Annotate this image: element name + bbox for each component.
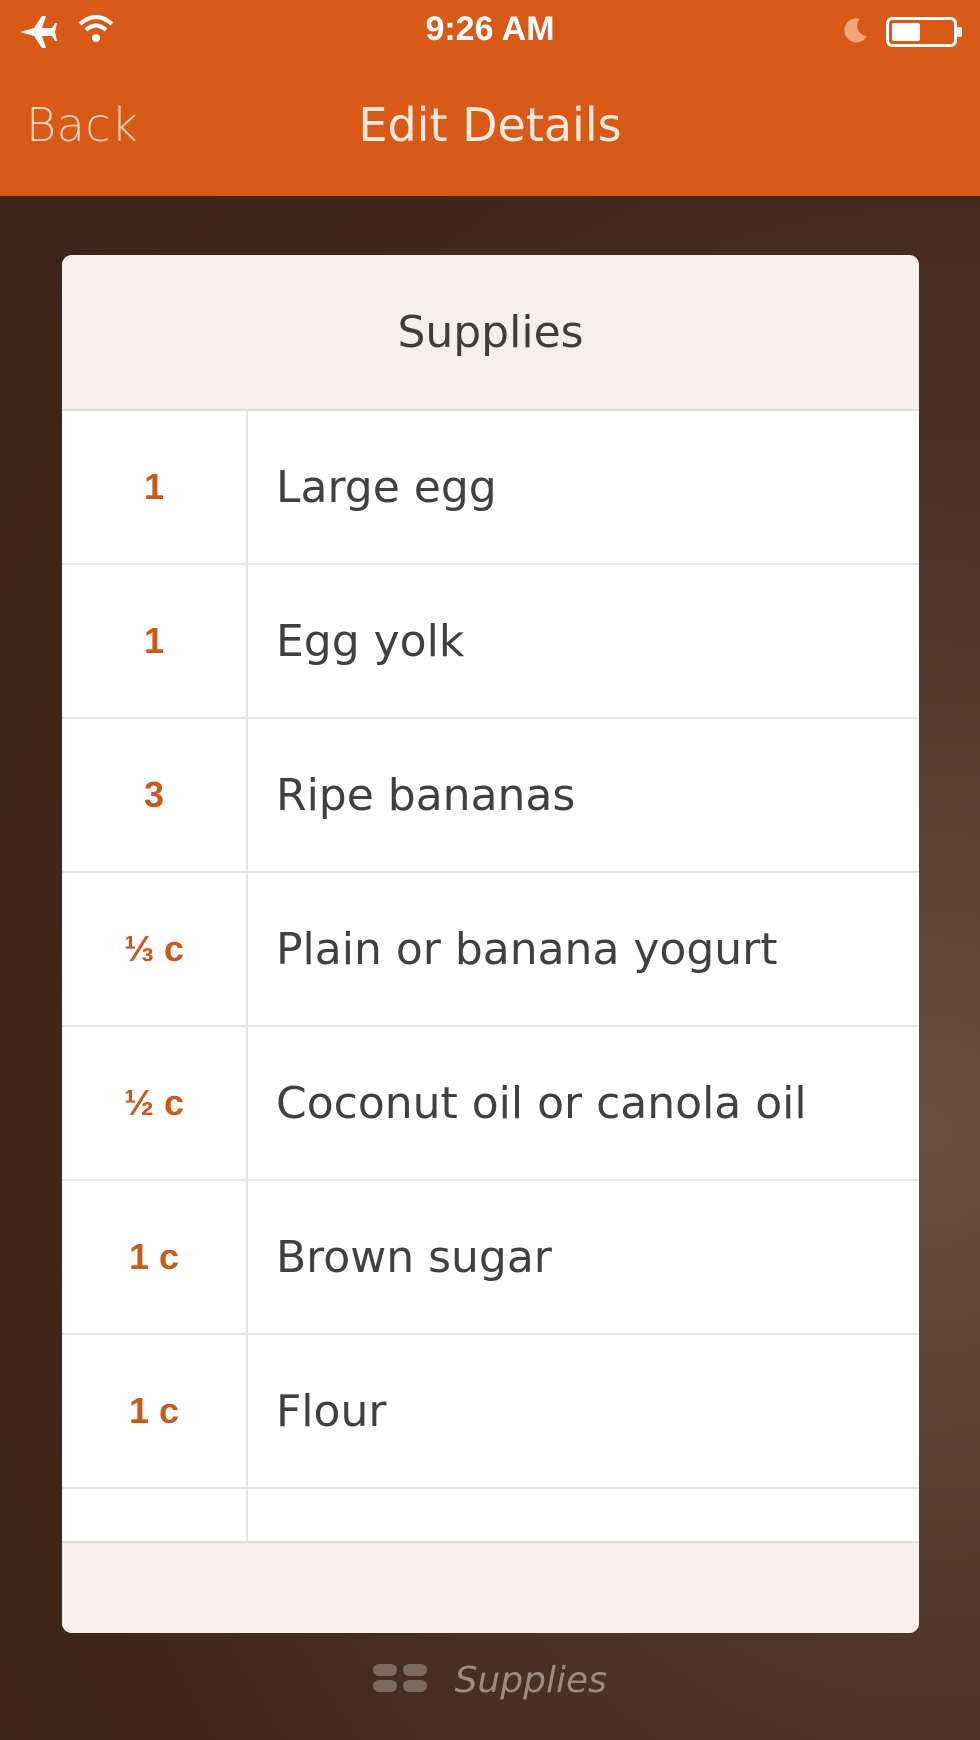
item-name: Ripe bananas (276, 769, 576, 821)
page-indicator[interactable]: Supplies (0, 1660, 980, 1703)
item-quantity: 1 c (128, 1236, 180, 1277)
list-item[interactable]: ½ c Coconut oil or canola oil (62, 1027, 919, 1181)
top-bar: 9:26 AM Back Edit Details (0, 0, 980, 196)
status-time: 9:26 AM (425, 10, 555, 48)
supplies-card: Supplies 1 Large egg 1 Egg yolk 3 Ripe b… (62, 255, 919, 1633)
list-item[interactable]: S (62, 1489, 919, 1543)
item-quantity: 3 (143, 774, 165, 815)
list-item[interactable]: 3 Ripe bananas (62, 719, 919, 873)
card-header: Supplies (62, 255, 919, 411)
grid-icon (373, 1662, 429, 1703)
item-name: Egg yolk (276, 615, 465, 667)
battery-icon (886, 16, 964, 52)
list-item[interactable]: 1 Egg yolk (62, 565, 919, 719)
list-item[interactable]: 1 c Brown sugar (62, 1181, 919, 1335)
supplies-list[interactable]: 1 Large egg 1 Egg yolk 3 Ripe bananas ⅓ … (62, 411, 919, 1543)
card-footer (62, 1541, 919, 1633)
item-quantity: ½ c (123, 1082, 185, 1123)
moon-icon (840, 16, 870, 50)
item-quantity: 1 (143, 466, 165, 507)
list-item[interactable]: ⅓ c Plain or banana yogurt (62, 873, 919, 1027)
card-title: Supplies (397, 306, 584, 358)
list-item[interactable]: 1 Large egg (62, 411, 919, 565)
item-name: Coconut oil or canola oil (276, 1077, 807, 1129)
item-name: Brown sugar (276, 1231, 552, 1283)
status-bar: 9:26 AM (0, 0, 980, 64)
item-quantity: 1 (143, 620, 165, 661)
list-item[interactable]: 1 c Flour (62, 1335, 919, 1489)
item-quantity: 1 c (128, 1390, 180, 1431)
item-name: Plain or banana yogurt (276, 923, 778, 975)
item-name: Flour (276, 1385, 387, 1437)
item-quantity: ⅓ c (123, 928, 185, 969)
page-title: Edit Details (358, 98, 622, 152)
item-name: Large egg (276, 461, 497, 513)
page-indicator-label: Supplies (454, 1660, 607, 1701)
